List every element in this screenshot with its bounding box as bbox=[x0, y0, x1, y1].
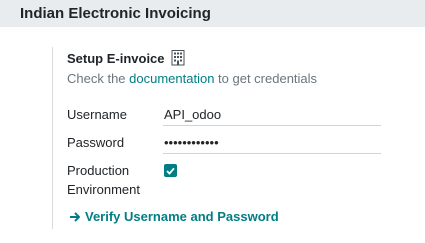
production-label-line1: Production bbox=[67, 163, 130, 178]
verify-label: Verify Username and Password bbox=[85, 209, 279, 224]
description-prefix: Check the bbox=[67, 71, 130, 86]
production-label-line2: Environment bbox=[67, 182, 140, 197]
password-field[interactable] bbox=[163, 132, 381, 154]
username-label: Username bbox=[67, 107, 127, 122]
section-header: Indian Electronic Invoicing bbox=[0, 0, 425, 27]
setting-description: Check the documentation to get credentia… bbox=[67, 71, 317, 86]
password-label: Password bbox=[67, 135, 125, 150]
checkmark-icon bbox=[166, 167, 175, 175]
einvoice-setting-box: Setup E-invoice Check the documentation … bbox=[52, 47, 393, 229]
description-suffix: to get credentials bbox=[214, 71, 318, 86]
production-label: Production Environment bbox=[67, 161, 140, 199]
setting-title: Setup E-invoice bbox=[67, 50, 185, 66]
production-checkbox[interactable] bbox=[164, 164, 177, 177]
documentation-link[interactable]: documentation bbox=[129, 71, 214, 86]
username-field[interactable] bbox=[163, 104, 381, 126]
section-title: Indian Electronic Invoicing bbox=[20, 5, 211, 22]
setting-title-text: Setup E-invoice bbox=[67, 50, 165, 66]
building-icon bbox=[171, 50, 185, 66]
verify-credentials-button[interactable]: Verify Username and Password bbox=[69, 209, 279, 224]
arrow-right-icon bbox=[69, 211, 81, 223]
